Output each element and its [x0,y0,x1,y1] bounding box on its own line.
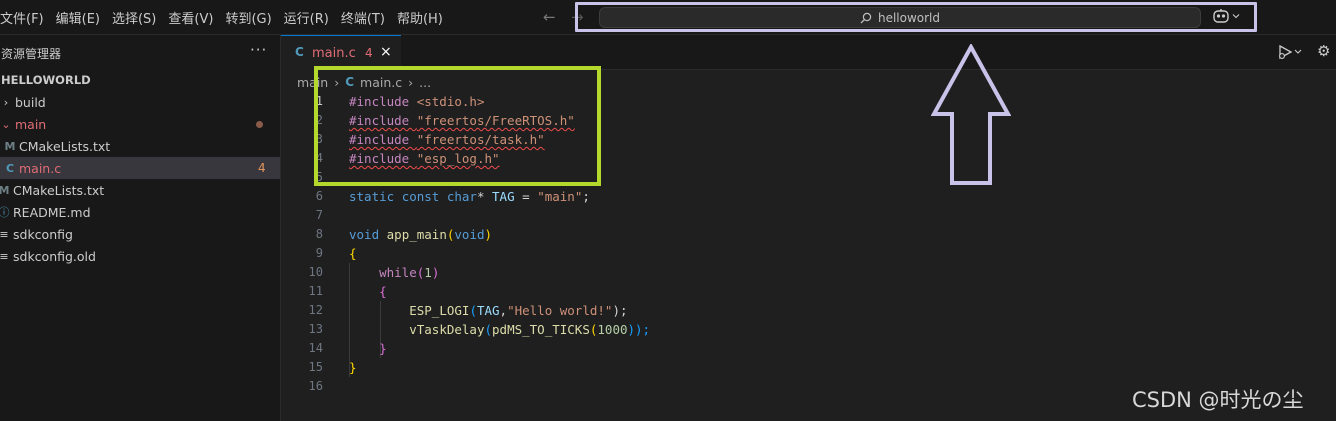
tree-item-build[interactable]: › build [0,91,280,113]
tree-item-readme[interactable]: ⓘ README.md [0,201,280,223]
modified-dot-icon [256,121,263,128]
annotation-highlight-box [314,66,601,186]
problem-count-badge: 4 [258,161,266,175]
tree-item-sdkconfig-old[interactable]: ≡ sdkconfig.old [0,245,280,267]
tree-item-label: build [15,94,46,110]
code-line-15: 15 } [308,360,357,375]
tree-item-label: CMakeLists.txt [19,138,111,154]
workspace-root-label: HELLOWORLD [1,73,91,87]
c-file-icon: C [5,161,15,175]
workspace-root[interactable]: HELLOWORLD [0,69,280,91]
menu-selection[interactable]: 选择(S) [106,8,162,27]
chevron-down-icon [1232,14,1240,19]
tree-item-label: CMakeLists.txt [13,182,105,198]
menu-view[interactable]: 查看(V) [162,8,219,27]
menu-bar: 文件(F) 编辑(E) 选择(S) 查看(V) 转到(G) 运行(R) 终端(T… [0,0,449,35]
code-line-9: 9 { [315,246,357,261]
info-icon: ⓘ [0,206,10,219]
gear-icon[interactable]: ⚙ [1317,42,1330,60]
back-arrow-icon[interactable]: ← [543,8,556,26]
tree-item-label: main [15,116,47,132]
annotation-outline-box [575,2,1257,32]
tree-item-main[interactable]: ⌄ main [0,113,280,135]
tab-problem-badge: 4 [365,46,373,60]
explorer-header: 资源管理器 ··· [0,41,281,63]
menu-file[interactable]: 文件(F) [0,8,50,27]
run-debug-button[interactable] [1277,44,1303,64]
cmake-file-icon: M [4,139,16,153]
editor-tab-bar: C main.c 4 × ⚙ [281,35,1336,70]
title-bar: 文件(F) 编辑(E) 选择(S) 查看(V) 转到(G) 运行(R) 终端(T… [0,0,1336,35]
menu-run[interactable]: 运行(R) [278,8,335,27]
tree-item-label: main.c [19,160,62,176]
run-debug-icon [1279,44,1302,60]
code-line-7: 7 [315,208,323,222]
tree-item-main-c[interactable]: C main.c 4 [0,157,280,179]
tree-item-cmakelists[interactable]: M CMakeLists.txt [0,179,280,201]
copilot-icon [1213,9,1229,23]
menu-terminal[interactable]: 终端(T) [335,8,391,27]
tab-label: main.c [312,46,356,61]
tree-item-sdkconfig[interactable]: ≡ sdkconfig [0,223,280,245]
watermark: CSDN @时光の尘 [1132,388,1304,412]
file-lines-icon: ≡ [0,249,9,263]
code-line-8: 8 void app_main(void) [315,227,493,242]
copilot-button[interactable] [1212,8,1240,24]
cmake-file-icon: M [0,183,10,197]
menu-edit[interactable]: 编辑(E) [50,8,106,27]
chevron-down-icon: ⌄ [1,117,11,131]
close-icon[interactable]: × [380,44,392,60]
explorer-sidebar: 资源管理器 ··· HELLOWORLD › build ⌄ main M CM… [0,35,281,421]
code-line-13: 13 vTaskDelay(pdMS_TO_TICKS(1000)); [308,322,651,337]
tree-item-label: README.md [13,204,91,220]
menu-help[interactable]: 帮助(H) [391,8,449,27]
annotation-up-arrow-icon [931,44,1011,185]
chevron-right-icon: › [3,95,9,109]
file-lines-icon: ≡ [0,227,9,241]
tab-main-c[interactable]: C main.c 4 × [281,35,401,70]
tree-item-label: sdkconfig [13,226,73,242]
more-actions-icon[interactable]: ··· [250,41,267,59]
tree-item-main-cmakelists[interactable]: M CMakeLists.txt [0,135,280,157]
c-file-icon: C [295,45,304,59]
code-line-6: 6 static const char* TAG = "main"; [315,189,590,204]
menu-go[interactable]: 转到(G) [219,8,277,27]
code-line-10: 10 while(1) [308,265,440,280]
code-line-11: 11 { [308,284,387,299]
explorer-title: 资源管理器 [1,47,62,61]
tree-item-label: sdkconfig.old [13,248,96,264]
code-line-12: 12 ESP_LOGI(TAG,"Hello world!"); [308,303,628,318]
code-line-14: 14 } [308,341,387,356]
